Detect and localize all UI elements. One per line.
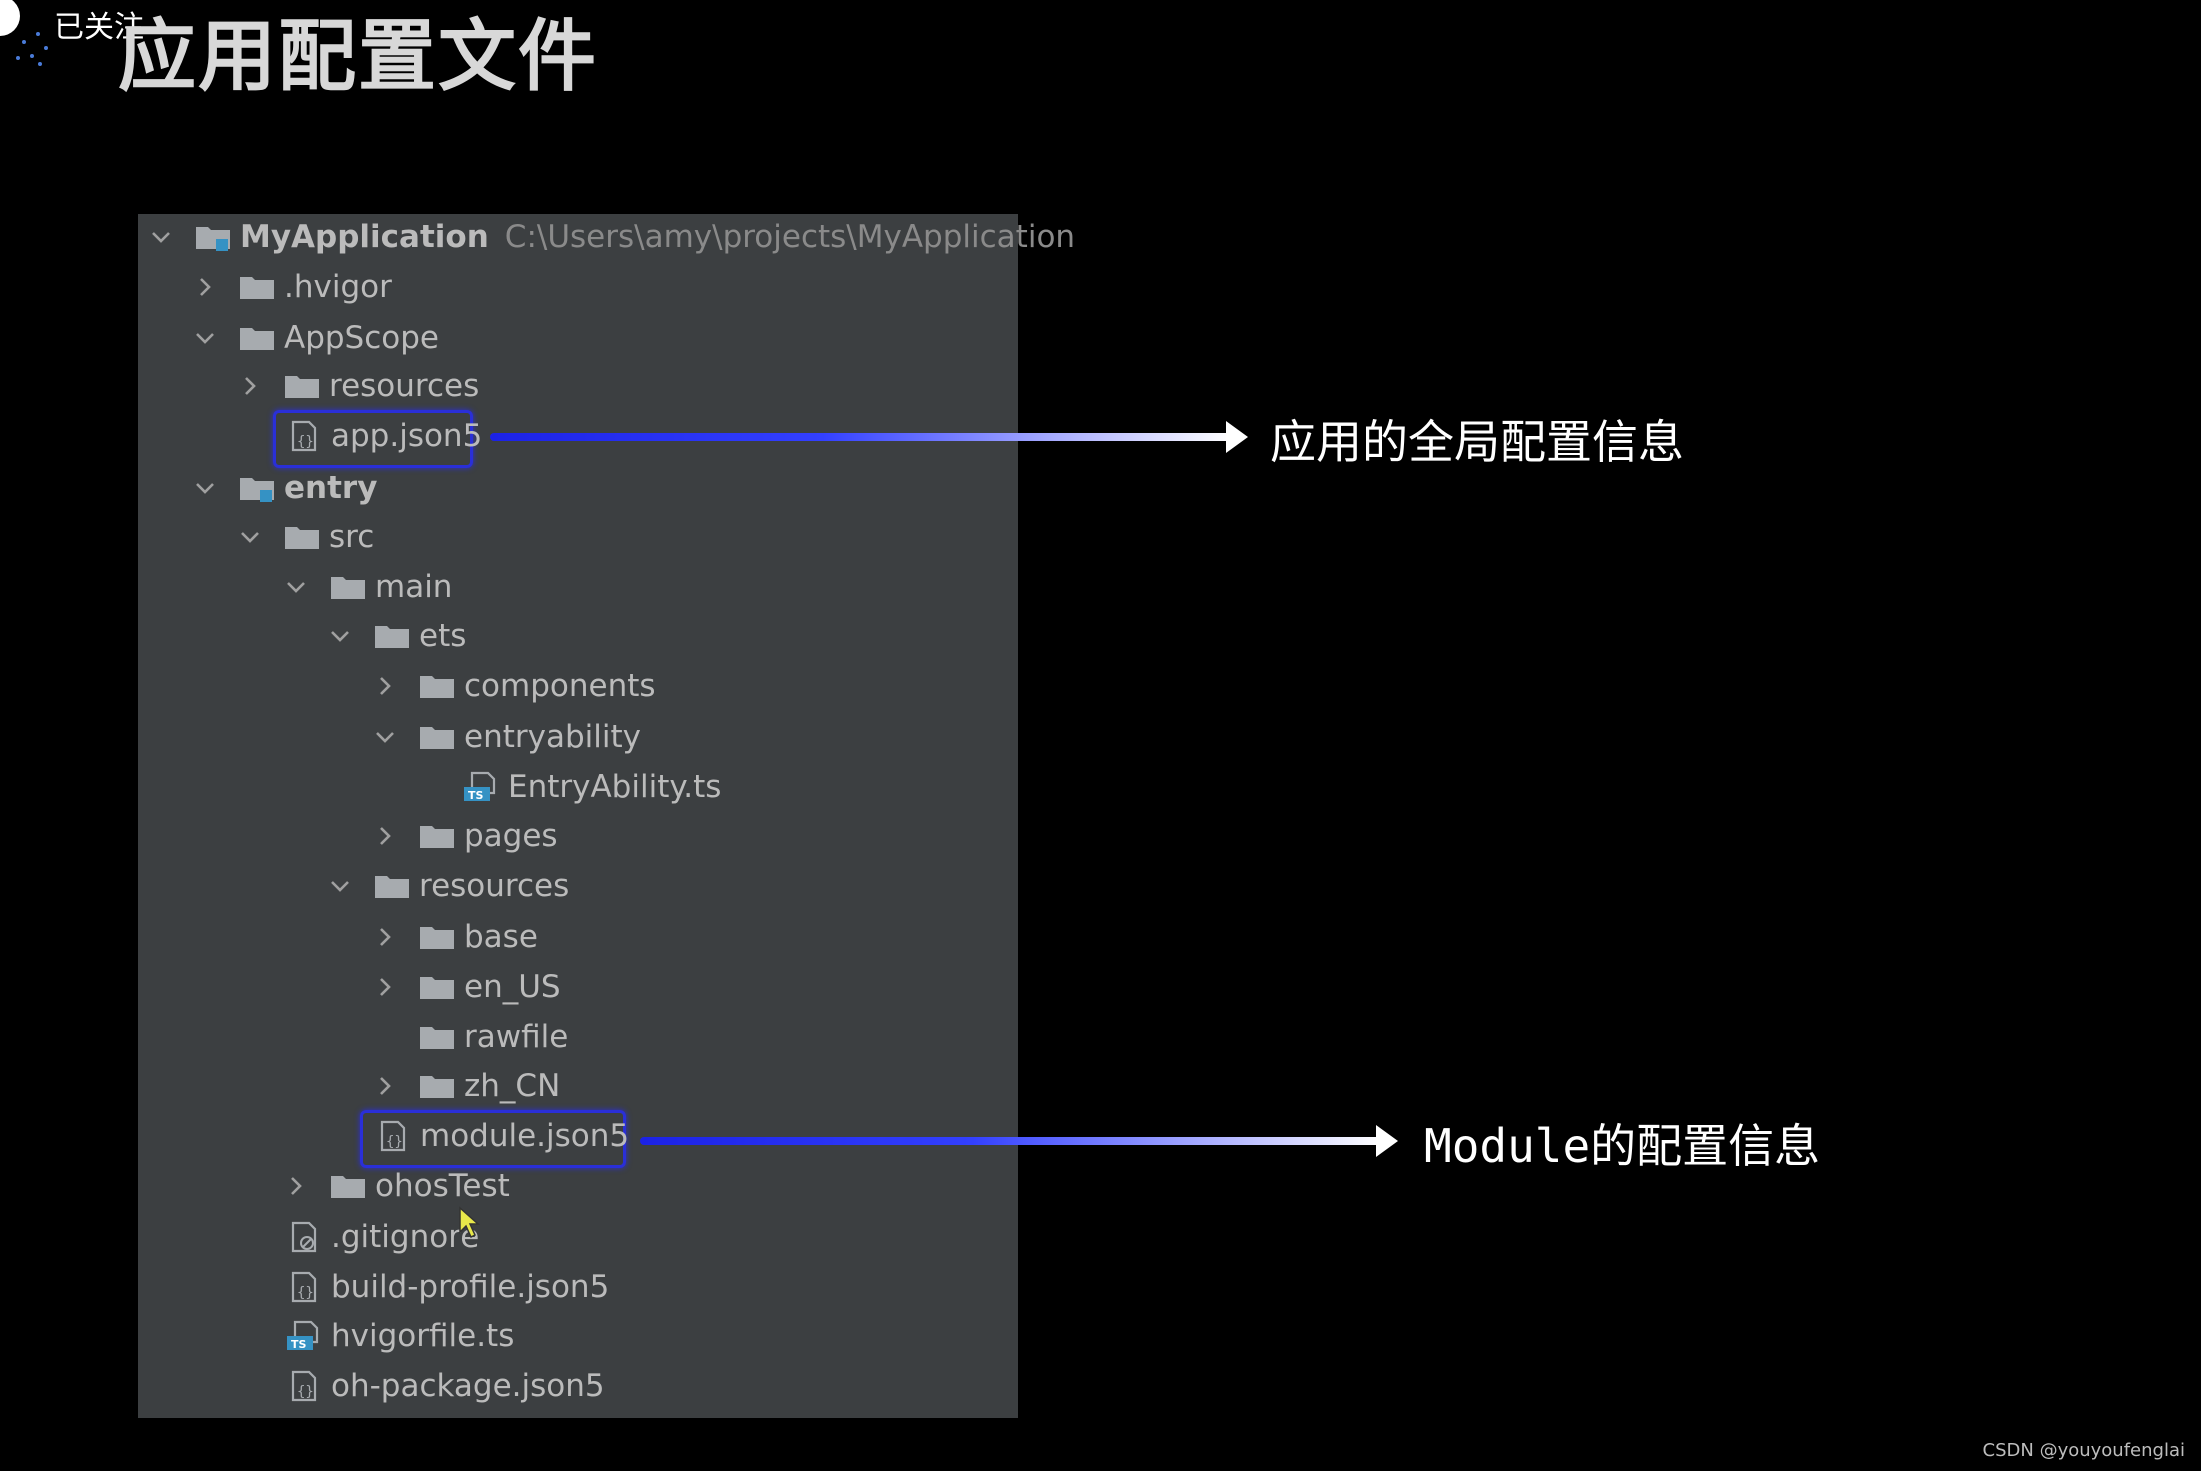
tree-item-entryability[interactable]: entryability bbox=[374, 715, 641, 759]
tree-item-main-resources[interactable]: resources bbox=[329, 864, 569, 908]
module-config-arrow bbox=[640, 1137, 1380, 1145]
tree-item-label: zh_CN bbox=[464, 1068, 561, 1104]
watermark: CSDN @youyoufenglai bbox=[1982, 1440, 2185, 1461]
chevron-down-icon[interactable] bbox=[239, 526, 261, 548]
folder-icon bbox=[418, 820, 456, 852]
folder-icon bbox=[418, 670, 456, 702]
chevron-down-icon[interactable] bbox=[285, 576, 307, 598]
tree-item-base[interactable]: base bbox=[374, 915, 538, 959]
tree-item-label: ohosTest bbox=[375, 1168, 510, 1204]
folder-icon bbox=[238, 271, 276, 303]
tree-item-gitignore[interactable]: .gitignore bbox=[285, 1215, 479, 1259]
tree-item-module-json5[interactable]: module.json5 bbox=[374, 1114, 629, 1158]
tree-item-label: resources bbox=[419, 868, 570, 904]
tree-item-label: rawfile bbox=[464, 1019, 569, 1055]
tree-item-ets[interactable]: ets bbox=[329, 614, 466, 658]
chevron-right-icon[interactable] bbox=[374, 976, 396, 998]
tree-item-appscope-resources[interactable]: resources bbox=[239, 364, 479, 408]
mouse-cursor-icon bbox=[459, 1206, 480, 1239]
tree-item-rawfile[interactable]: rawfile bbox=[418, 1015, 568, 1059]
arrow-head-icon bbox=[1226, 421, 1248, 453]
tree-item-label: resources bbox=[329, 368, 480, 404]
module-folder-icon bbox=[238, 472, 276, 504]
chevron-down-icon[interactable] bbox=[329, 875, 351, 897]
folder-icon bbox=[418, 1070, 456, 1102]
folder-icon bbox=[418, 1021, 456, 1053]
chevron-down-icon[interactable] bbox=[150, 226, 172, 248]
app-config-arrow bbox=[490, 433, 1230, 441]
tree-item-build-profile[interactable]: build-profile.json5 bbox=[285, 1265, 609, 1309]
json-file-icon bbox=[285, 1271, 323, 1303]
tree-item-label: src bbox=[329, 519, 375, 555]
gitignore-file-icon bbox=[285, 1221, 323, 1253]
json-file-icon bbox=[374, 1120, 412, 1152]
tree-item-entryability-ts[interactable]: EntryAbility.ts bbox=[462, 765, 721, 809]
tree-item-label: app.json5 bbox=[331, 418, 483, 454]
chevron-down-icon[interactable] bbox=[374, 726, 396, 748]
chevron-down-icon[interactable] bbox=[329, 625, 351, 647]
tree-item-zh-cn[interactable]: zh_CN bbox=[374, 1064, 560, 1108]
tree-item-en-us[interactable]: en_US bbox=[374, 965, 561, 1009]
chevron-down-icon[interactable] bbox=[194, 327, 216, 349]
tree-item-components[interactable]: components bbox=[374, 664, 656, 708]
chevron-right-icon[interactable] bbox=[285, 1175, 307, 1197]
tree-item-label: oh-package.json5 bbox=[331, 1368, 605, 1404]
tree-item-label: ets bbox=[419, 618, 467, 654]
tree-item-src[interactable]: src bbox=[239, 515, 374, 559]
tree-item-label: EntryAbility.ts bbox=[508, 769, 722, 805]
tree-item-label: base bbox=[464, 919, 538, 955]
tree-item-label: AppScope bbox=[284, 320, 439, 356]
chevron-down-icon[interactable] bbox=[194, 477, 216, 499]
tree-item-label: en_US bbox=[464, 969, 561, 1005]
folder-icon bbox=[329, 571, 367, 603]
arrow-head-icon bbox=[1376, 1125, 1398, 1157]
page-title: 应用配置文件 bbox=[118, 12, 599, 102]
chevron-right-icon[interactable] bbox=[239, 375, 261, 397]
tree-item-label: pages bbox=[464, 818, 558, 854]
tree-item-hvigorfile[interactable]: hvigorfile.ts bbox=[285, 1314, 514, 1358]
json-file-icon bbox=[285, 420, 323, 452]
tree-item-label: hvigorfile.ts bbox=[331, 1318, 515, 1354]
chevron-right-icon[interactable] bbox=[374, 926, 396, 948]
folder-icon bbox=[418, 721, 456, 753]
folder-icon bbox=[238, 322, 276, 354]
folder-icon bbox=[329, 1170, 367, 1202]
app-config-annotation: 应用的全局配置信息 bbox=[1270, 415, 1684, 469]
json-file-icon bbox=[285, 1370, 323, 1402]
ts-file-icon bbox=[462, 771, 500, 803]
tree-item-label: entry bbox=[284, 470, 378, 506]
chevron-right-icon[interactable] bbox=[374, 1075, 396, 1097]
folder-icon bbox=[373, 620, 411, 652]
tree-item-label: entryability bbox=[464, 719, 641, 755]
ts-file-icon bbox=[285, 1320, 323, 1352]
tree-item-label: .hvigor bbox=[284, 269, 392, 305]
chevron-right-icon[interactable] bbox=[194, 276, 216, 298]
folder-icon bbox=[418, 921, 456, 953]
tree-item-main[interactable]: main bbox=[285, 565, 452, 609]
folder-icon bbox=[418, 971, 456, 1003]
tree-item-label: main bbox=[375, 569, 453, 605]
chevron-right-icon[interactable] bbox=[374, 825, 396, 847]
folder-icon bbox=[373, 870, 411, 902]
tree-item-app-json5[interactable]: app.json5 bbox=[285, 414, 482, 458]
tree-item-label: components bbox=[464, 668, 656, 704]
folder-icon bbox=[283, 370, 321, 402]
chevron-right-icon[interactable] bbox=[374, 675, 396, 697]
tree-item-pages[interactable]: pages bbox=[374, 814, 558, 858]
project-name: MyApplication bbox=[240, 219, 489, 255]
tree-item-ohostest[interactable]: ohosTest bbox=[285, 1164, 510, 1208]
tree-item-hvigor[interactable]: .hvigor bbox=[194, 265, 392, 309]
tree-item-label: module.json5 bbox=[420, 1118, 630, 1154]
project-folder-icon bbox=[194, 221, 232, 253]
folder-icon bbox=[283, 521, 321, 553]
tree-root[interactable]: MyApplication C:\Users\amy\projects\MyAp… bbox=[150, 215, 1075, 259]
tree-item-oh-package[interactable]: oh-package.json5 bbox=[285, 1364, 605, 1408]
tree-item-appscope[interactable]: AppScope bbox=[194, 316, 439, 360]
tree-item-entry[interactable]: entry bbox=[194, 466, 377, 510]
project-path: C:\Users\amy\projects\MyApplication bbox=[504, 219, 1076, 255]
module-config-annotation: Module的配置信息 bbox=[1424, 1119, 1821, 1173]
tree-item-label: build-profile.json5 bbox=[331, 1269, 610, 1305]
